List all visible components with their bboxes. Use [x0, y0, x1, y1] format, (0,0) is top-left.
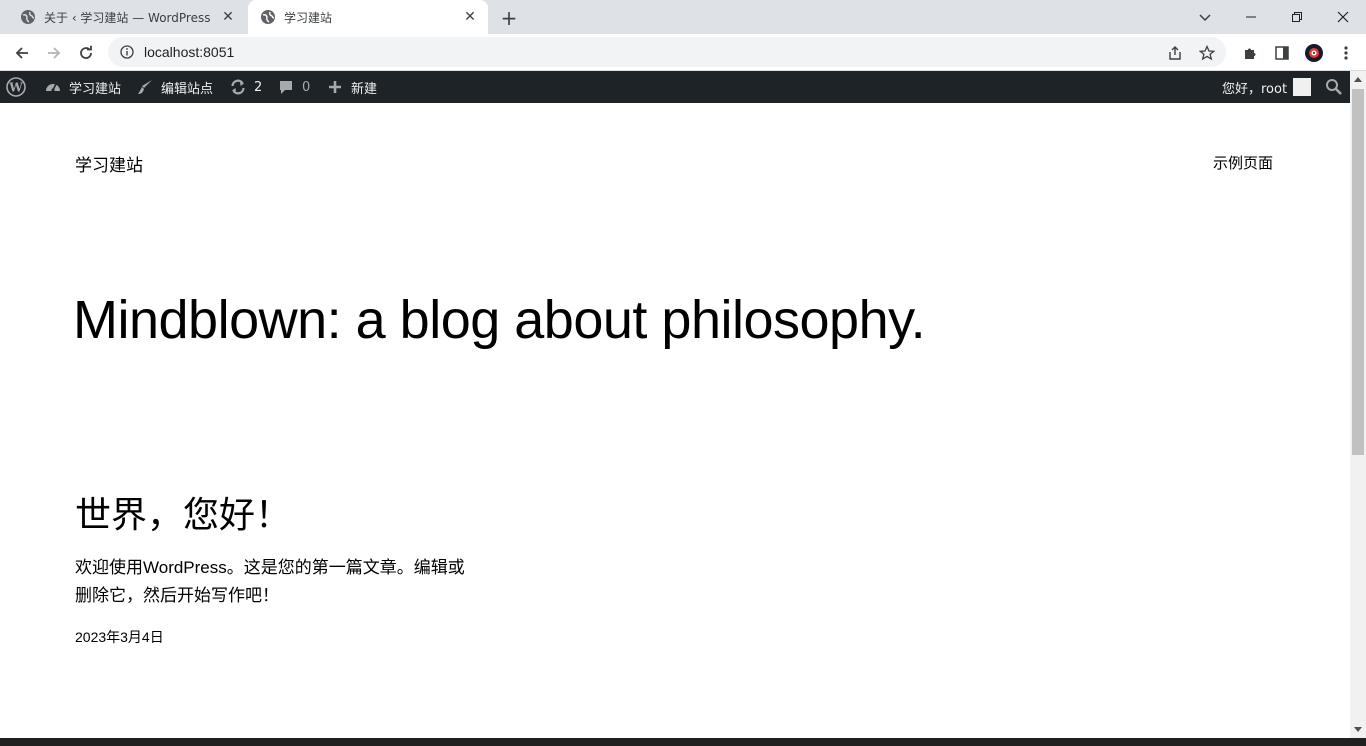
globe-icon: [20, 9, 36, 25]
browser-tab-about[interactable]: 关于 ‹ 学习建站 — WordPress ✕: [8, 0, 246, 34]
admin-bar-site-name-label: 学习建站: [69, 81, 122, 97]
page-content: 学习建站 示例页面 Mindblown: a blog about philos…: [0, 103, 1350, 738]
url-text: localhost:8051: [144, 44, 235, 60]
site-title-link[interactable]: 学习建站: [75, 151, 143, 176]
window-controls: [1228, 0, 1366, 34]
admin-bar-greeting: 您好，root: [1222, 81, 1288, 97]
os-taskbar: [0, 738, 1366, 746]
close-window-icon[interactable]: [1320, 0, 1366, 34]
new-tab-button[interactable]: +: [498, 6, 520, 30]
scrollbar-thumb[interactable]: [1352, 89, 1364, 455]
admin-bar-new-label: 新建: [351, 81, 378, 97]
browser-tab-site[interactable]: 学习建站 ✕: [248, 0, 488, 34]
search-icon: [1324, 77, 1344, 97]
post-date[interactable]: 2023年3月4日: [75, 627, 164, 647]
browser-toolbar: localhost:8051: [0, 34, 1366, 71]
dashboard-gauge-icon: [43, 77, 63, 97]
close-tab-icon[interactable]: ✕: [218, 7, 238, 27]
tab-title: 关于 ‹ 学习建站 — WordPress: [44, 10, 211, 25]
browser-menu-icon[interactable]: [1332, 39, 1360, 67]
page-scrollbar[interactable]: [1350, 71, 1366, 738]
brush-icon: [135, 77, 155, 97]
admin-bar-site-name[interactable]: 学习建站: [43, 71, 121, 103]
admin-bar-updates[interactable]: 2: [228, 71, 262, 103]
tab-search-chevron-icon[interactable]: [1194, 6, 1216, 28]
admin-bar-customize-label: 编辑站点: [161, 81, 214, 97]
admin-bar-my-account[interactable]: 您好，root: [1222, 71, 1312, 103]
wordpress-logo-icon: W: [6, 77, 26, 97]
admin-bar-new-content[interactable]: 新建: [325, 71, 377, 103]
address-bar[interactable]: localhost:8051: [108, 37, 1226, 67]
post-excerpt: 欢迎使用WordPress。这是您的第一篇文章。编辑或删除它，然后开始写作吧！: [75, 558, 465, 605]
admin-bar-comments[interactable]: 0: [276, 71, 310, 103]
minimize-icon[interactable]: [1228, 0, 1274, 34]
comments-count: 0: [302, 79, 311, 95]
close-tab-icon[interactable]: ✕: [460, 7, 480, 27]
side-panel-icon[interactable]: [1268, 39, 1296, 67]
plus-icon: [325, 77, 345, 97]
back-arrow-icon[interactable]: [8, 39, 36, 67]
bookmark-star-icon[interactable]: [1196, 42, 1218, 64]
nav-item-sample-page[interactable]: 示例页面: [1213, 152, 1273, 173]
svg-text:W: W: [8, 81, 23, 95]
forward-arrow-icon[interactable]: [40, 39, 68, 67]
scroll-up-arrow-icon[interactable]: [1350, 71, 1366, 87]
avatar: [1293, 78, 1312, 96]
admin-bar-search[interactable]: [1324, 71, 1350, 103]
scroll-down-arrow-icon[interactable]: [1350, 722, 1366, 738]
admin-bar-customize[interactable]: 编辑站点: [135, 71, 213, 103]
reload-icon[interactable]: [72, 39, 100, 67]
hero-heading: Mindblown: a blog about philosophy.: [73, 290, 926, 350]
wp-admin-bar: W 学习建站 编辑站点 2 0 新建 您好，root: [0, 71, 1350, 103]
info-icon[interactable]: [119, 44, 135, 60]
wordpress-logo-button[interactable]: W: [6, 71, 32, 103]
profile-avatar[interactable]: [1300, 39, 1328, 67]
updates-count: 2: [254, 79, 263, 95]
restore-icon[interactable]: [1274, 0, 1320, 34]
tab-title: 学习建站: [284, 10, 333, 25]
globe-icon: [260, 9, 276, 25]
comment-bubble-icon: [276, 77, 296, 97]
updates-icon: [228, 77, 248, 97]
share-icon[interactable]: [1164, 42, 1186, 64]
extensions-puzzle-icon[interactable]: [1236, 39, 1264, 67]
post-title-link[interactable]: 世界，您好！: [75, 486, 291, 538]
browser-tab-strip: 关于 ‹ 学习建站 — WordPress ✕ 学习建站 ✕ +: [0, 0, 1366, 34]
